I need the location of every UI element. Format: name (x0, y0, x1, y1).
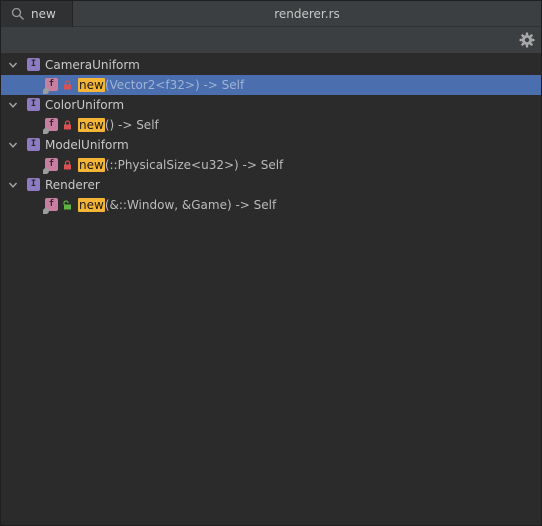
search-match-highlight: new (78, 118, 105, 132)
tree-item-method[interactable]: f new(&::Window, &Game) -> Self (1, 195, 541, 215)
method-icon: f (43, 158, 58, 174)
tree-node-coloruniform[interactable]: I ColorUniform (1, 95, 541, 115)
method-signature: (&::Window, &Game) -> Self (104, 198, 277, 212)
search-icon (11, 7, 24, 20)
tree-item-method[interactable]: f new(Vector2<f32>) -> Self (1, 75, 541, 95)
chevron-down-icon[interactable] (8, 60, 18, 70)
search-input[interactable] (31, 5, 71, 23)
method-signature: (::PhysicalSize<u32>) -> Self (104, 158, 284, 172)
tree-node-modeluniform[interactable]: I ModelUniform (1, 135, 541, 155)
chevron-down-icon[interactable] (8, 140, 18, 150)
structure-popup: renderer.rs ICameraUniformfnew(Vector2<f… (0, 0, 542, 526)
method-icon: f (43, 118, 58, 134)
lock-icon (64, 120, 71, 130)
lock-icon (64, 160, 71, 170)
toolbar (1, 27, 541, 54)
struct-icon: I (27, 178, 40, 191)
unlock-icon (63, 200, 71, 210)
lock-icon (64, 80, 71, 90)
tree-node-label: Renderer (45, 178, 100, 192)
search-box[interactable] (1, 1, 73, 27)
tree-node-camerauniform[interactable]: I CameraUniform (1, 55, 541, 75)
struct-icon: I (27, 138, 40, 151)
struct-icon: I (27, 58, 40, 71)
tree-node-renderer[interactable]: I Renderer (1, 175, 541, 195)
method-label: new() -> Self (78, 117, 159, 133)
method-label: new(&::Window, &Game) -> Self (78, 197, 276, 213)
tree-item-method[interactable]: f new() -> Self (1, 115, 541, 135)
tree-node-label: CameraUniform (45, 58, 140, 72)
method-label: new(::PhysicalSize<u32>) -> Self (78, 157, 283, 173)
method-signature: () -> Self (104, 118, 159, 132)
file-title: renderer.rs (274, 7, 340, 21)
tree-node-label: ColorUniform (45, 98, 125, 112)
chevron-down-icon[interactable] (8, 100, 18, 110)
search-match-highlight: new (78, 158, 105, 172)
method-signature: (Vector2<f32>) -> Self (104, 78, 245, 92)
tree-item-method[interactable]: f new(::PhysicalSize<u32>) -> Self (1, 155, 541, 175)
search-match-highlight: new (78, 78, 105, 92)
method-icon: f (43, 78, 58, 94)
method-label: new(Vector2<f32>) -> Self (78, 77, 244, 93)
popup-header: renderer.rs (1, 1, 541, 27)
chevron-down-icon[interactable] (8, 180, 18, 190)
struct-icon: I (27, 98, 40, 111)
method-icon: f (43, 198, 58, 214)
search-match-highlight: new (78, 198, 105, 212)
gear-icon[interactable] (519, 32, 535, 48)
tree-node-label: ModelUniform (45, 138, 129, 152)
structure-tree: I CameraUniform f new(Vector2<f32>) -> Self… (1, 55, 541, 215)
